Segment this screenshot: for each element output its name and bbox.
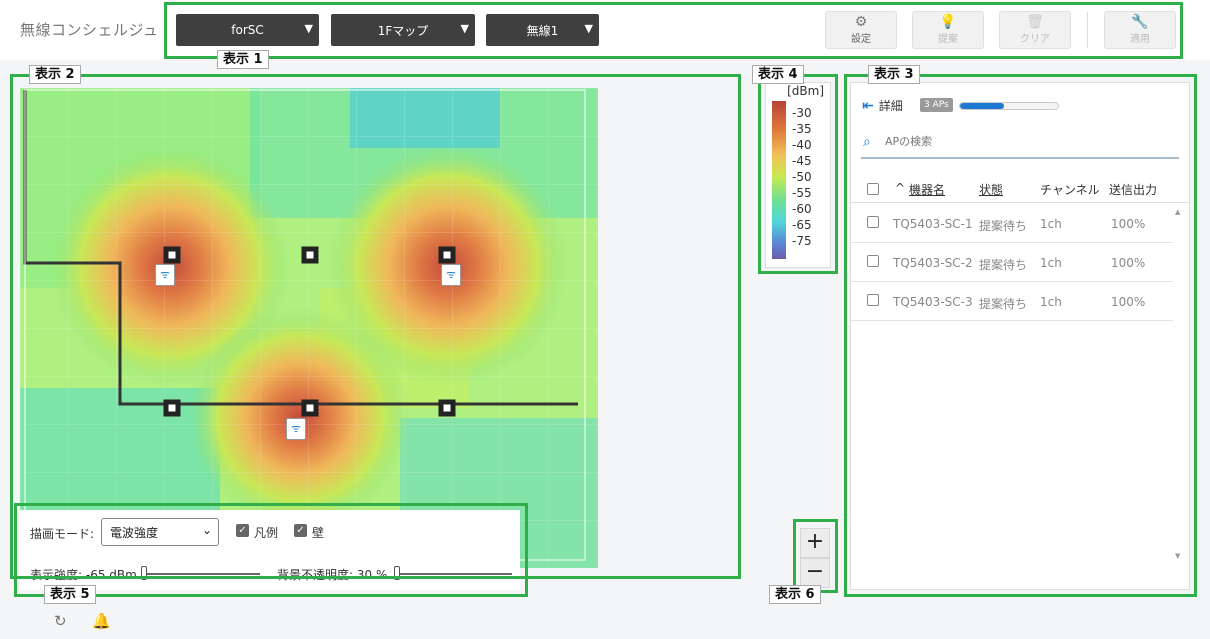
annotation-label-1: 表示 1 (217, 50, 269, 69)
annotation-label-4: 表示 4 (752, 65, 804, 84)
annotation-label-5: 表示 5 (44, 585, 96, 604)
app-title: 無線コンシェルジュ (20, 21, 159, 39)
annotation-box-1 (164, 2, 1183, 59)
annotation-box-5 (14, 503, 528, 597)
annotation-label-3: 表示 3 (868, 65, 920, 84)
annotation-box-4 (758, 74, 838, 274)
annotation-box-6 (793, 519, 838, 593)
refresh-icon[interactable]: ↻ (54, 612, 67, 630)
bell-icon[interactable]: 🔔 (92, 612, 111, 630)
annotation-label-2: 表示 2 (29, 65, 81, 84)
annotation-box-3 (844, 74, 1197, 597)
annotation-label-6: 表示 6 (769, 585, 821, 604)
